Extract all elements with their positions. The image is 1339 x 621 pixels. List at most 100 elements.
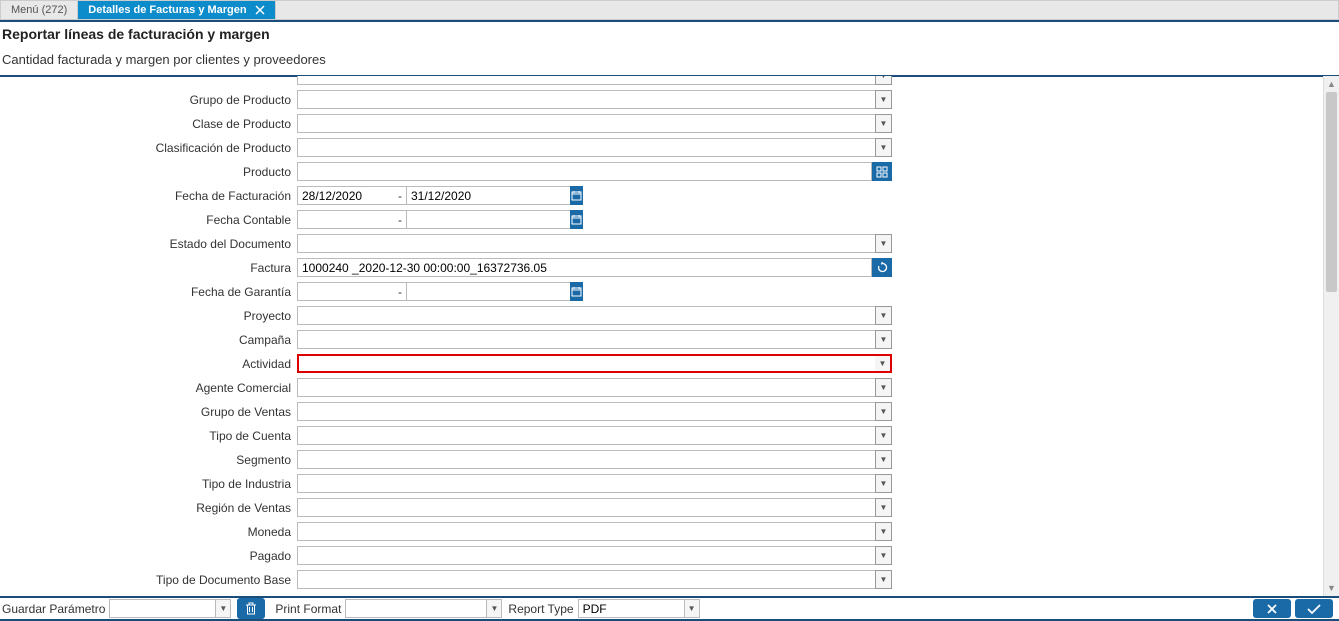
chevron-down-icon[interactable]: ▼ [875,114,892,133]
grupo-ventas-input[interactable] [297,402,875,421]
guardar-parametro-input[interactable] [110,600,215,617]
segmento-input[interactable] [297,450,875,469]
chevron-down-icon[interactable]: ▼ [875,138,892,157]
pagado-dropdown[interactable]: ▼ [297,546,892,565]
clase-producto-dropdown[interactable]: ▼ [297,114,892,133]
guardar-parametro-label: Guardar Parámetro [2,602,105,616]
chevron-down-icon[interactable]: ▼ [875,546,892,565]
pagado-input[interactable] [297,546,875,565]
fecha-contable-to-input[interactable] [406,210,570,229]
chevron-down-icon[interactable]: ▼ [684,600,699,617]
actividad-dropdown[interactable]: ▼ [297,354,892,373]
guardar-parametro-select[interactable]: ▼ [109,599,231,618]
date-separator: - [394,285,406,299]
agente-comercial-dropdown[interactable]: ▼ [297,378,892,397]
close-icon [1265,602,1279,616]
chevron-down-icon[interactable]: ▼ [875,450,892,469]
tipo-industria-dropdown[interactable]: ▼ [297,474,892,493]
scrollbar[interactable]: ▲ ▼ [1323,76,1339,596]
cut-field-dropdown[interactable]: ▼ [297,76,892,85]
chevron-down-icon[interactable]: ▼ [486,600,501,617]
scroll-down-icon[interactable]: ▼ [1324,580,1339,596]
moneda-label: Moneda [0,525,297,539]
clasificacion-producto-input[interactable] [297,138,875,157]
grupo-ventas-dropdown[interactable]: ▼ [297,402,892,421]
producto-input[interactable] [297,162,872,181]
report-type-label: Report Type [508,602,573,616]
moneda-input[interactable] [297,522,875,541]
cut-field-input[interactable] [297,76,875,85]
tipo-industria-label: Tipo de Industria [0,477,297,491]
tab-detalles-facturas[interactable]: Detalles de Facturas y Margen [78,1,275,19]
fecha-facturacion-label: Fecha de Facturación [0,189,297,203]
region-ventas-input[interactable] [297,498,875,517]
proyecto-input[interactable] [297,306,875,325]
scroll-up-icon[interactable]: ▲ [1324,76,1339,92]
agente-comercial-input[interactable] [297,378,875,397]
chevron-down-icon[interactable]: ▼ [875,402,892,421]
date-separator: - [394,189,406,203]
chevron-down-icon[interactable]: ▼ [875,426,892,445]
region-ventas-dropdown[interactable]: ▼ [297,498,892,517]
chevron-down-icon[interactable]: ▼ [875,330,892,349]
chevron-down-icon[interactable]: ▼ [875,378,892,397]
grupo-producto-label: Grupo de Producto [0,93,297,107]
grid-icon [876,166,888,178]
print-format-select[interactable]: ▼ [345,599,502,618]
moneda-dropdown[interactable]: ▼ [297,522,892,541]
tipo-cuenta-label: Tipo de Cuenta [0,429,297,443]
tipo-documento-base-label: Tipo de Documento Base [0,573,297,587]
clase-producto-input[interactable] [297,114,875,133]
tab-menu-label: Menú (272) [11,4,67,16]
trash-icon [245,602,257,615]
report-type-select[interactable]: ▼ [578,599,700,618]
chevron-down-icon[interactable]: ▼ [875,474,892,493]
chevron-down-icon[interactable]: ▼ [875,306,892,325]
cancel-button[interactable] [1253,599,1291,618]
clase-producto-label: Clase de Producto [0,117,297,131]
close-icon[interactable] [255,5,265,15]
fecha-garantia-to-input[interactable] [406,282,570,301]
chevron-down-icon[interactable]: ▼ [875,76,892,85]
campana-input[interactable] [297,330,875,349]
campana-dropdown[interactable]: ▼ [297,330,892,349]
tipo-documento-base-dropdown[interactable]: ▼ [297,570,892,589]
calendar-icon[interactable] [570,210,583,229]
grupo-producto-input[interactable] [297,90,875,109]
print-format-input[interactable] [346,600,486,617]
fecha-facturacion-to-input[interactable] [406,186,570,205]
factura-refresh-button[interactable] [872,258,892,277]
tipo-cuenta-dropdown[interactable]: ▼ [297,426,892,445]
chevron-down-icon[interactable]: ▼ [875,354,892,373]
tab-menu[interactable]: Menú (272) [1,1,78,19]
proyecto-dropdown[interactable]: ▼ [297,306,892,325]
chevron-down-icon[interactable]: ▼ [215,600,230,617]
chevron-down-icon[interactable]: ▼ [875,90,892,109]
clasificacion-producto-dropdown[interactable]: ▼ [297,138,892,157]
scrollbar-thumb[interactable] [1326,92,1337,292]
calendar-icon[interactable] [570,186,583,205]
chevron-down-icon[interactable]: ▼ [875,570,892,589]
grupo-producto-dropdown[interactable]: ▼ [297,90,892,109]
factura-input[interactable] [297,258,872,277]
report-type-input[interactable] [579,600,684,617]
chevron-down-icon[interactable]: ▼ [875,522,892,541]
tipo-industria-input[interactable] [297,474,875,493]
tipo-documento-base-input[interactable] [297,570,875,589]
producto-lookup-button[interactable] [872,162,892,181]
chevron-down-icon[interactable]: ▼ [875,498,892,517]
estado-documento-input[interactable] [297,234,875,253]
delete-button[interactable] [237,598,265,619]
fecha-contable-label: Fecha Contable [0,213,297,227]
footer-bar: Guardar Parámetro ▼ Print Format ▼ Repor… [0,596,1339,621]
campana-label: Campaña [0,333,297,347]
chevron-down-icon[interactable]: ▼ [875,234,892,253]
calendar-icon[interactable] [570,282,583,301]
page-title: Reportar líneas de facturación y margen [2,26,1337,42]
estado-documento-dropdown[interactable]: ▼ [297,234,892,253]
tipo-cuenta-input[interactable] [297,426,875,445]
page-header: Reportar líneas de facturación y margen … [0,20,1339,77]
segmento-dropdown[interactable]: ▼ [297,450,892,469]
confirm-button[interactable] [1295,599,1333,618]
actividad-input[interactable] [297,354,875,373]
